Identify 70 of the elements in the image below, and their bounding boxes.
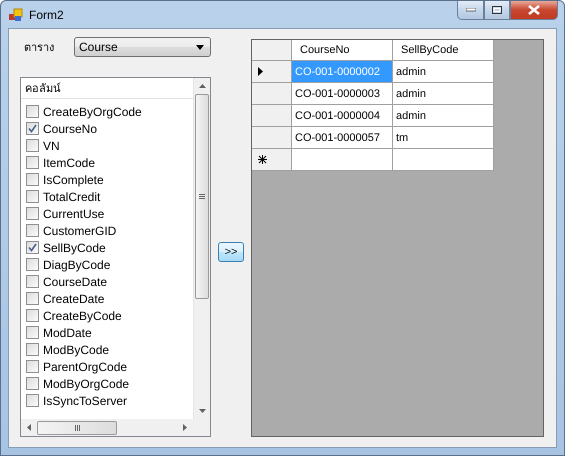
table-label: ตาราง (24, 41, 54, 56)
column-header[interactable]: SellByCode (393, 40, 494, 61)
maximize-button[interactable] (484, 1, 510, 20)
checkbox[interactable] (26, 173, 39, 186)
vertical-scrollbar[interactable] (193, 78, 210, 419)
table-cell[interactable]: admin (393, 61, 494, 83)
minimize-icon (466, 8, 476, 12)
checkbox[interactable] (26, 190, 39, 203)
row-header[interactable] (252, 149, 292, 171)
table-cell[interactable]: CO-001-0000003 (292, 83, 393, 105)
column-name: ModByOrgCode (43, 376, 130, 390)
table-cell[interactable]: admin (393, 105, 494, 127)
checkbox[interactable] (26, 309, 39, 322)
column-header[interactable]: CourseNo (292, 40, 393, 61)
scroll-down-icon[interactable] (198, 409, 206, 413)
scroll-up-icon[interactable] (198, 84, 206, 88)
checkbox[interactable] (26, 156, 39, 169)
column-name: CreateDate (43, 292, 104, 306)
table-cell[interactable]: admin (393, 83, 494, 105)
checkbox[interactable] (26, 207, 39, 220)
column-name: IsSyncToServer (43, 394, 128, 408)
scroll-left-icon[interactable] (27, 424, 31, 431)
table-dropdown[interactable]: Course (74, 37, 211, 57)
table-cell[interactable]: CO-001-0000057 (292, 127, 393, 149)
checkbox[interactable] (26, 292, 39, 305)
close-icon (528, 5, 540, 15)
column-name: DiagByCode (43, 258, 110, 272)
column-name: ItemCode (43, 156, 96, 170)
checkbox[interactable] (26, 224, 39, 237)
column-name: CourseDate (43, 274, 108, 288)
maximize-icon (492, 6, 502, 14)
table-cell[interactable]: tm (393, 127, 494, 149)
new-row-cell[interactable] (393, 149, 494, 171)
row-header[interactable] (252, 61, 292, 83)
checkbox[interactable] (26, 105, 39, 118)
checkbox[interactable] (26, 241, 39, 254)
new-row-icon (258, 155, 267, 164)
app-icon (9, 8, 23, 22)
dropdown-arrow-icon (196, 44, 204, 50)
checkbox[interactable] (26, 275, 39, 288)
checkbox[interactable] (26, 377, 39, 390)
checkbox[interactable] (26, 258, 39, 271)
column-name: ParentOrgCode (43, 360, 128, 374)
window-title: Form2 (29, 8, 64, 22)
column-name: CreateByCode (43, 308, 122, 322)
checkbox[interactable] (26, 394, 39, 407)
column-name: ModByCode (43, 342, 110, 356)
checkbox[interactable] (26, 326, 39, 339)
new-row-cell[interactable] (292, 149, 393, 171)
checkbox[interactable] (26, 343, 39, 356)
column-name: CustomerGID (43, 224, 116, 238)
add-columns-button[interactable]: >> (218, 242, 244, 262)
checkbox[interactable] (26, 122, 39, 135)
column-name: CurrentUse (43, 206, 104, 220)
grip-icon (74, 424, 80, 430)
column-name: CreateByOrgCode (43, 104, 142, 118)
minimize-button[interactable] (457, 1, 484, 20)
scroll-right-icon[interactable] (183, 424, 187, 431)
column-name: SellByCode (43, 240, 106, 254)
checkbox[interactable] (26, 360, 39, 373)
column-name: TotalCredit (43, 190, 100, 204)
column-name: ModDate (43, 326, 92, 340)
column-name: VN (43, 138, 60, 152)
column-name: CourseNo (43, 122, 98, 136)
table-cell[interactable]: CO-001-0000004 (292, 105, 393, 127)
close-button[interactable] (510, 1, 558, 20)
horizontal-scrollbar[interactable] (21, 419, 193, 436)
checkbox[interactable] (26, 139, 39, 152)
column-name: IsComplete (43, 172, 104, 186)
grip-icon (199, 194, 205, 199)
